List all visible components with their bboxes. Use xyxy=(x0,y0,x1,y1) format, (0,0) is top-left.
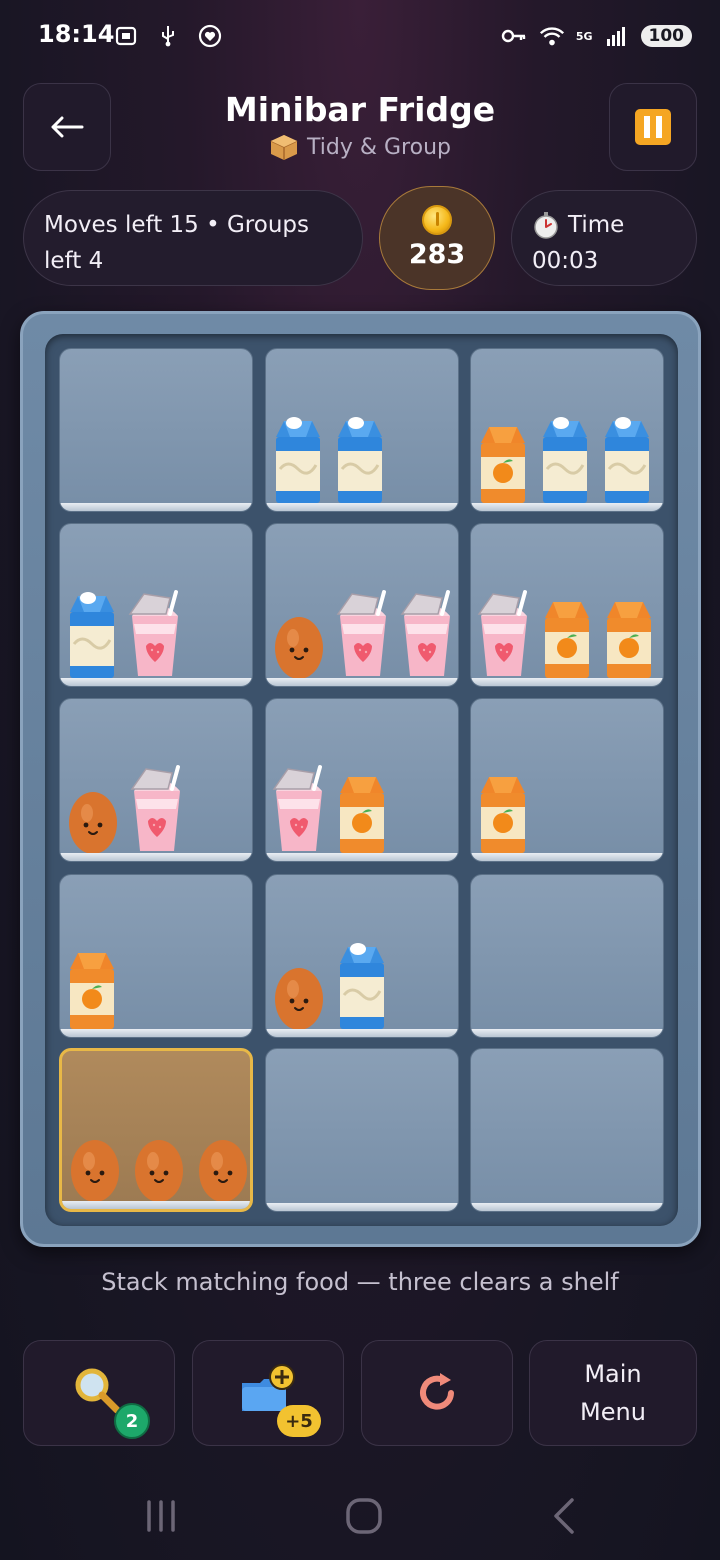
pause-button[interactable] xyxy=(609,83,697,171)
back-nav-icon[interactable] xyxy=(548,1496,580,1536)
food-milk[interactable] xyxy=(599,413,655,505)
add-count-badge: +5 xyxy=(277,1405,321,1437)
level-subtitle: Tidy & Group xyxy=(140,133,580,161)
hint-text: Stack matching food — three clears a she… xyxy=(101,1268,619,1296)
food-yogurt[interactable] xyxy=(128,763,186,855)
coins-pill: 283 xyxy=(379,186,495,290)
shelf-r1-c3[interactable] xyxy=(470,348,664,512)
shelf-r5-c3[interactable] xyxy=(470,1048,664,1212)
timer-value: 00:03 xyxy=(532,248,599,274)
status-bar: 18:14 5G 100 xyxy=(0,0,720,72)
shelf-r2-c1[interactable] xyxy=(59,523,253,687)
food-yogurt[interactable] xyxy=(475,588,533,680)
usb-icon xyxy=(154,22,182,50)
food-milk[interactable] xyxy=(334,939,390,1031)
page-title: Minibar Fridge xyxy=(224,90,496,129)
food-milk[interactable] xyxy=(537,413,593,505)
moves-groups-text: Moves left 15 • Groups left 4 xyxy=(44,212,309,274)
moves-groups-pill: Moves left 15 • Groups left 4 xyxy=(23,190,363,286)
recent-apps-icon[interactable] xyxy=(144,1496,180,1536)
food-juice[interactable] xyxy=(539,596,595,680)
food-yogurt[interactable] xyxy=(334,588,392,680)
main-menu-label: Main Menu xyxy=(580,1360,646,1426)
food-juice[interactable] xyxy=(334,771,390,855)
food-egg[interactable] xyxy=(133,1135,185,1203)
arrow-left-icon xyxy=(51,116,84,138)
stopwatch-icon xyxy=(534,212,558,239)
food-juice[interactable] xyxy=(475,771,531,855)
shelf-r2-c2[interactable] xyxy=(265,523,459,687)
food-milk[interactable] xyxy=(332,413,388,505)
add-shelf-button[interactable]: +5 xyxy=(192,1340,344,1446)
status-time: 18:14 xyxy=(38,20,115,48)
screenshot-icon xyxy=(112,22,140,50)
shelf-r4-c3[interactable] xyxy=(470,874,664,1038)
header: Minibar Fridge Tidy & Group xyxy=(140,90,580,161)
food-juice[interactable] xyxy=(64,947,120,1031)
food-juice[interactable] xyxy=(601,596,657,680)
battery-indicator: 100 xyxy=(640,25,692,47)
food-egg[interactable] xyxy=(273,963,325,1031)
fridge xyxy=(20,311,701,1247)
shelf-r5-c2[interactable] xyxy=(265,1048,459,1212)
food-yogurt[interactable] xyxy=(270,763,328,855)
shelf-r1-c1[interactable] xyxy=(59,348,253,512)
coin-icon xyxy=(422,205,452,235)
magnifier-count-badge: 2 xyxy=(114,1403,150,1439)
network-type: 5G xyxy=(575,29,593,43)
key-icon xyxy=(500,22,528,50)
shelf-r1-c2[interactable] xyxy=(265,348,459,512)
shelf-r4-c1[interactable] xyxy=(59,874,253,1038)
shelf-r3-c2[interactable] xyxy=(265,698,459,862)
food-milk[interactable] xyxy=(64,588,120,680)
shelf-r2-c3[interactable] xyxy=(470,523,664,687)
box-icon xyxy=(270,135,298,160)
back-button[interactable] xyxy=(23,83,111,171)
food-yogurt[interactable] xyxy=(398,588,456,680)
fridge-interior xyxy=(45,334,678,1226)
pause-icon xyxy=(635,109,671,145)
timer-label: Time xyxy=(568,212,625,238)
shelf-r5-c1[interactable] xyxy=(59,1048,253,1212)
system-nav-bar xyxy=(0,1480,720,1560)
shelf-r4-c2[interactable] xyxy=(265,874,459,1038)
shelf-r3-c3[interactable] xyxy=(470,698,664,862)
shelf-r3-c1[interactable] xyxy=(59,698,253,862)
food-egg[interactable] xyxy=(273,612,325,680)
food-juice[interactable] xyxy=(475,421,531,505)
signal-icon xyxy=(603,22,631,50)
subtitle-text: Tidy & Group xyxy=(307,134,451,160)
wifi-icon xyxy=(538,22,566,50)
main-menu-button[interactable]: Main Menu xyxy=(529,1340,697,1446)
undo-icon xyxy=(420,1373,454,1410)
heart-icon xyxy=(196,22,224,50)
home-icon[interactable] xyxy=(344,1496,384,1536)
food-milk[interactable] xyxy=(270,413,326,505)
coin-count: 283 xyxy=(408,239,466,270)
food-yogurt[interactable] xyxy=(126,588,184,680)
food-egg[interactable] xyxy=(67,787,119,855)
timer-pill: Time 00:03 xyxy=(511,190,697,286)
food-egg[interactable] xyxy=(197,1135,249,1203)
hint-magnifier-button[interactable]: 2 xyxy=(23,1340,175,1446)
undo-button[interactable] xyxy=(361,1340,513,1446)
food-egg[interactable] xyxy=(69,1135,121,1203)
